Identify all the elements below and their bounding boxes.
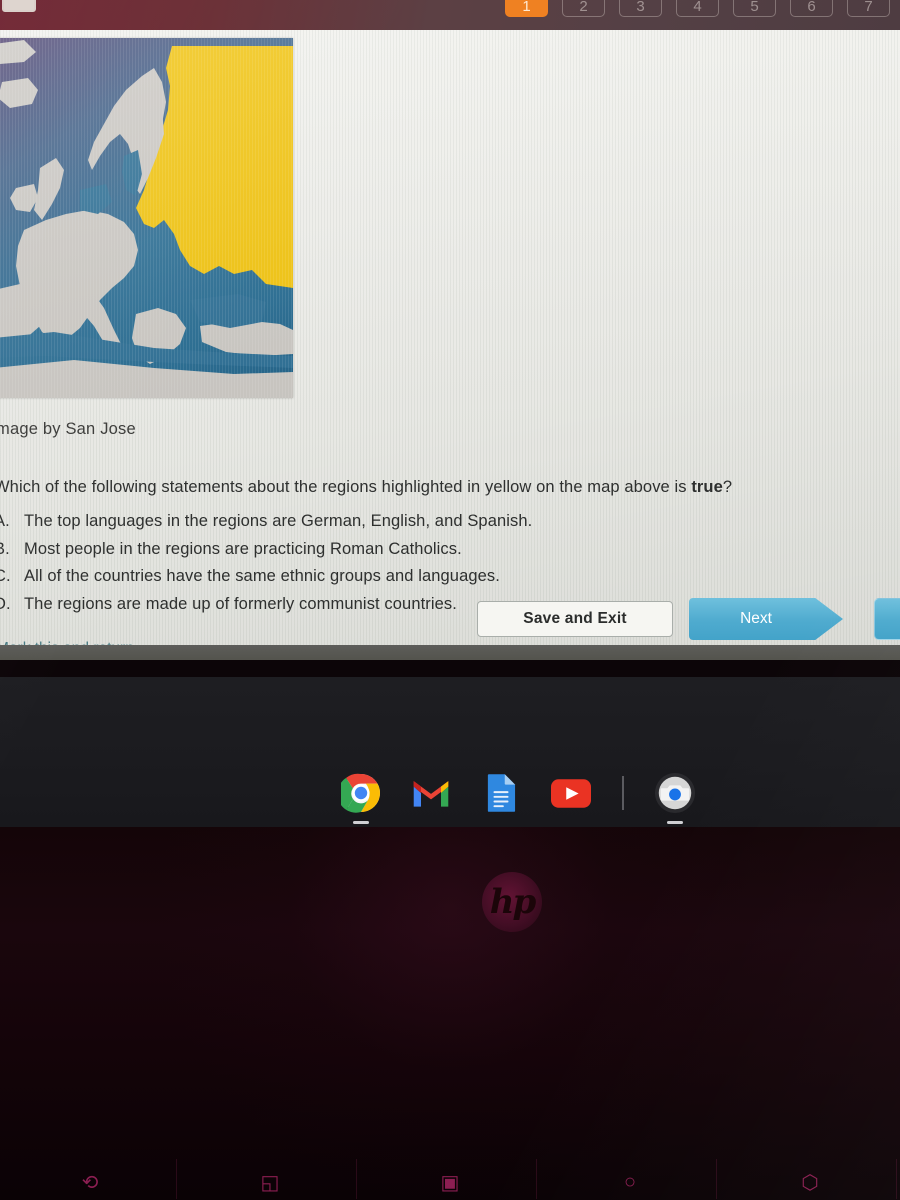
keyboard-function-row: ⟲ ◱ ▣ ○ ⬡ xyxy=(0,1157,900,1200)
answer-choice-c[interactable]: C. All of the countries have the same et… xyxy=(0,563,900,591)
chrome-running-indicator xyxy=(353,821,369,824)
chrome-icon-glyph xyxy=(341,773,380,813)
camera-running-indicator xyxy=(667,821,683,824)
question-nav-label: 6 xyxy=(807,0,816,15)
screen-bottom-edge xyxy=(0,645,900,660)
question-text: Which of the following statements about … xyxy=(0,478,900,497)
water-north-sea xyxy=(80,184,112,214)
choice-letter: C. xyxy=(0,567,11,585)
question-nav-button-2[interactable]: 2 xyxy=(562,0,605,17)
overview-windows-icon: ▣ xyxy=(440,1171,460,1194)
choice-text: All of the countries have the same ethni… xyxy=(24,567,500,585)
image-caption: mage by San Jose xyxy=(0,420,136,438)
quiz-top-bar: 1 2 3 4 5 6 7 xyxy=(0,0,900,32)
question-nav-button-3[interactable]: 3 xyxy=(619,0,662,17)
shelf-icon-row xyxy=(340,772,696,824)
question-nav-label: 2 xyxy=(579,0,588,15)
brightness-up-icon: ⬡ xyxy=(801,1171,819,1194)
answer-choice-a[interactable]: A. The top languages in the regions are … xyxy=(0,508,900,536)
question-navigation: 1 2 3 4 5 6 7 xyxy=(505,0,890,17)
key-fullscreen[interactable]: ◱ xyxy=(180,1157,360,1200)
app-menu-badge[interactable] xyxy=(2,0,36,12)
question-emphasis: true xyxy=(691,478,723,496)
key-refresh[interactable]: ⟲ xyxy=(0,1157,180,1200)
map-svg xyxy=(0,40,293,398)
choice-letter: D. xyxy=(0,594,11,613)
answer-choice-b[interactable]: B. Most people in the regions are practi… xyxy=(0,536,900,564)
water-black-sea xyxy=(190,294,266,328)
land-anatolia xyxy=(200,320,293,356)
next-button[interactable]: Next xyxy=(689,598,843,640)
question-nav-label: 3 xyxy=(636,0,645,15)
choice-letter: A. xyxy=(0,512,10,530)
question-nav-button-4[interactable]: 4 xyxy=(676,0,719,17)
chrome-icon[interactable] xyxy=(340,772,382,824)
camera-icon[interactable] xyxy=(654,772,696,824)
fullscreen-icon: ◱ xyxy=(260,1171,280,1194)
chromeos-shelf xyxy=(0,677,900,827)
laptop-base: hp ⟲ ◱ ▣ ○ ⬡ xyxy=(0,827,900,1200)
question-prefix: Which of the following statements about … xyxy=(0,478,692,496)
youtube-icon-glyph xyxy=(551,778,591,808)
youtube-icon[interactable] xyxy=(550,772,592,814)
hp-logo: hp xyxy=(482,872,542,932)
key-brightness-up[interactable]: ⬡ xyxy=(720,1157,900,1200)
key-brightness-down[interactable]: ○ xyxy=(540,1157,720,1200)
save-and-exit-button[interactable]: Save and Exit xyxy=(477,601,673,637)
gmail-icon[interactable] xyxy=(410,772,452,814)
question-nav-label: 4 xyxy=(693,0,702,15)
choice-text: Most people in the regions are practicin… xyxy=(24,539,462,558)
europe-map-image xyxy=(0,38,293,398)
refresh-icon: ⟲ xyxy=(81,1171,99,1194)
question-nav-label: 5 xyxy=(750,0,759,15)
google-docs-icon-glyph xyxy=(487,774,516,812)
land-great-britain xyxy=(34,158,64,220)
choice-text: The regions are made up of formerly comm… xyxy=(24,594,457,613)
land-ireland xyxy=(10,184,38,212)
question-nav-label: 7 xyxy=(864,0,873,15)
quiz-page: mage by San Jose Which of the following … xyxy=(0,30,900,657)
laptop-photo: 1 2 3 4 5 6 7 mage by San Jose Which of … xyxy=(0,0,900,1200)
choice-text: The top languages in the regions are Ger… xyxy=(24,512,533,530)
key-overview[interactable]: ▣ xyxy=(360,1157,540,1200)
land-greenland-edge xyxy=(0,40,36,64)
question-nav-button-7[interactable]: 7 xyxy=(847,0,890,17)
question-nav-button-5[interactable]: 5 xyxy=(733,0,776,17)
question-nav-button-6[interactable]: 6 xyxy=(790,0,833,17)
hp-logo-text: hp xyxy=(489,882,536,922)
laptop-screen: 1 2 3 4 5 6 7 mage by San Jose Which of … xyxy=(0,0,900,660)
choice-letter: B. xyxy=(0,539,10,558)
question-suffix: ? xyxy=(722,478,733,496)
gmail-icon-glyph xyxy=(413,781,449,807)
question-nav-label: 1 xyxy=(522,0,531,15)
brightness-down-icon: ○ xyxy=(623,1170,637,1193)
camera-icon-glyph xyxy=(654,772,696,814)
map-canvas xyxy=(0,38,293,398)
google-docs-icon[interactable] xyxy=(480,772,522,814)
question-nav-button-1[interactable]: 1 xyxy=(505,0,548,17)
shelf-separator xyxy=(622,776,624,810)
land-iceland xyxy=(0,78,38,108)
submit-button-partial[interactable] xyxy=(874,598,900,640)
